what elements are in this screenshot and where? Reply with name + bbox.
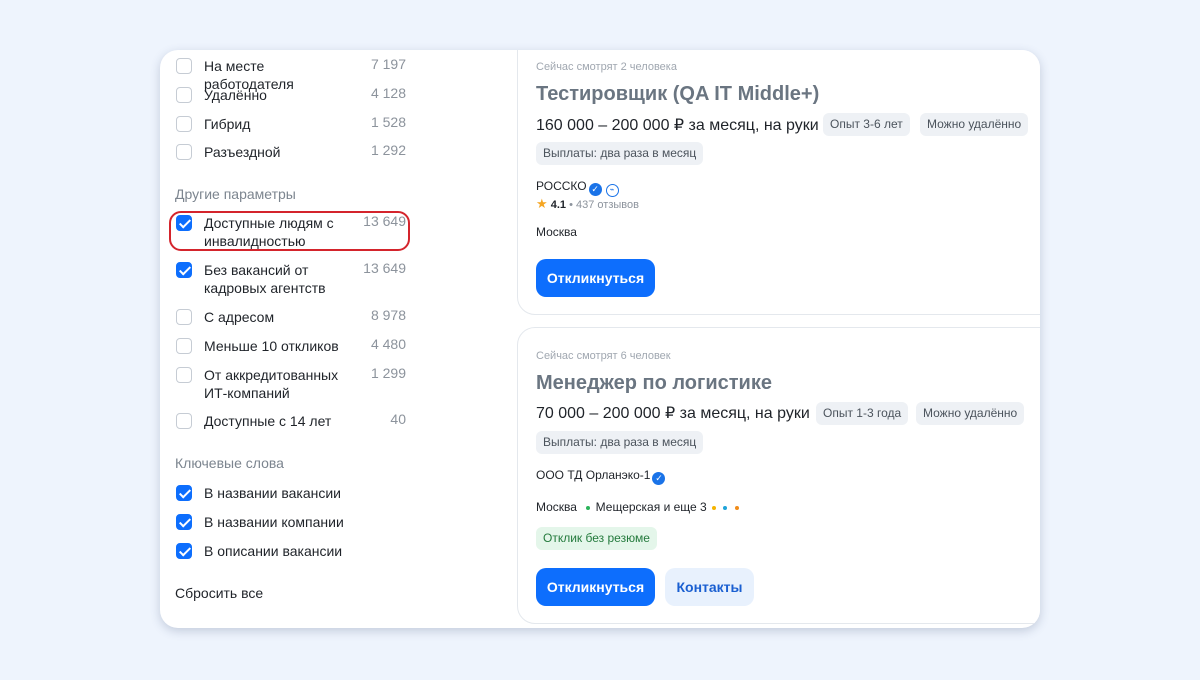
vacancy-salary: 70 000 – 200 000 ₽ за месяц, на руки [536,405,810,422]
filter-disability[interactable]: Доступные людям с инвалидностью 13 649 [176,213,406,251]
filter-keyword-company-name[interactable]: В названии компании [176,514,406,540]
filter-accredited-it[interactable]: От аккредитованных ИТ-компаний 1 299 [176,365,406,403]
filter-count: 13 649 [363,213,406,229]
rating-value: 4.1 [550,199,567,211]
checkbox[interactable] [176,87,192,103]
filter-with-address[interactable]: С адресом 8 978 [176,307,406,335]
checkbox-checked[interactable] [176,485,192,501]
watching-now: Сейчас смотрят 6 человек [536,350,671,362]
filter-keyword-description[interactable]: В описании вакансии [176,543,406,569]
checkbox-checked[interactable] [176,262,192,278]
apply-button[interactable]: Откликнуться [536,568,655,606]
experience-chip: Опыт 1-3 года [816,402,909,425]
filter-label: Меньше 10 откликов [204,338,339,354]
vacancy-title[interactable]: Тестировщик (QA IT Middle+) [536,83,819,106]
reviews-count: 437 отзывов [576,199,639,211]
filter-count: 7 197 [370,56,406,72]
vacancy-card[interactable]: Сейчас смотрят 6 человек Менеджер по лог… [517,327,1040,624]
star-icon: ★ [536,196,548,211]
checkbox[interactable] [176,144,192,160]
filter-label: Без вакансий от кадровых агентств [204,262,326,296]
vacancy-city: Москва [536,225,577,239]
checkbox[interactable] [176,338,192,354]
filter-count: 1 528 [370,114,406,130]
filter-hybrid[interactable]: Гибрид 1 528 [176,114,406,142]
vacancy-location: Москва Мещерская и еще 3 [536,500,741,514]
filter-label: От аккредитованных ИТ-компаний [204,367,339,401]
section-title-other: Другие параметры [175,186,296,202]
remote-chip: Можно удалённо [920,113,1029,136]
section-title-keywords: Ключевые слова [175,455,284,471]
filter-count: 1 299 [370,365,406,381]
filter-label: В названии компании [204,514,344,530]
company-line: РОССКО ✓ ⌁ [536,179,619,197]
metro-line-dot [723,505,728,510]
filter-count: 1 292 [370,142,406,158]
filter-onsite[interactable]: На месте работодателя 7 197 [176,56,406,92]
checkbox[interactable] [176,309,192,325]
contacts-button[interactable]: Контакты [665,568,754,606]
filter-label: В описании вакансии [204,543,343,559]
filter-keyword-vacancy-title[interactable]: В названии вакансии [176,485,406,511]
company-line: ООО ТД Орланэко-1 ✓ [536,468,666,485]
filter-count: 4 128 [370,85,406,101]
metro-line-dot [712,505,717,510]
filter-label: С адресом [204,309,275,325]
filter-from-14[interactable]: Доступные с 14 лет 40 [176,411,406,439]
checkbox[interactable] [176,58,192,74]
remote-chip: Можно удалённо [916,402,1025,425]
vacancy-city: Москва [536,500,577,514]
watching-now: Сейчас смотрят 2 человека [536,61,677,73]
apply-button[interactable]: Откликнуться [536,259,655,297]
company-name[interactable]: РОССКО [536,179,587,193]
vacancy-title[interactable]: Менеджер по логистике [536,372,772,395]
reset-all-link[interactable]: Сбросить все [175,585,263,601]
filter-count: 8 978 [370,307,406,323]
experience-chip: Опыт 3-6 лет [823,113,910,136]
filter-label: Доступные людям с инвалидностью [204,215,334,249]
filter-label: Разъездной [204,144,281,160]
filter-label: В названии вакансии [204,485,341,501]
verified-icon: ✓ [652,472,666,485]
filter-count: 4 480 [370,336,406,352]
payouts-chip: Выплаты: два раза в месяц [536,431,704,454]
window: На месте работодателя 7 197 Удалённо 4 1… [160,50,1040,628]
payouts-chip: Выплаты: два раза в месяц [536,142,704,165]
checkbox-checked[interactable] [176,514,192,530]
company-rating[interactable]: ★ 4.1 • 437 отзывов [536,196,639,212]
metro-line-dot [734,505,739,510]
metro-stations: Мещерская и еще 3 [595,500,707,514]
filter-count: 13 649 [363,260,406,276]
filter-no-agencies[interactable]: Без вакансий от кадровых агентств 13 649 [176,260,406,298]
company-name[interactable]: ООО ТД Орланэко-1 [536,468,650,482]
rating-separator: • [569,199,573,211]
checkbox[interactable] [176,367,192,383]
vacancy-card[interactable]: Сейчас смотрят 2 человека Тестировщик (Q… [517,50,1040,315]
no-resume-chip: Отклик без резюме [536,527,657,550]
checkbox[interactable] [176,413,192,429]
filter-count: 40 [390,411,406,427]
filter-label: Удалённо [204,87,267,103]
vacancy-salary: 160 000 – 200 000 ₽ за месяц, на руки [536,117,819,134]
filter-travel[interactable]: Разъездной 1 292 [176,142,406,170]
filter-label: Доступные с 14 лет [204,413,332,429]
checkbox-checked[interactable] [176,543,192,559]
metro-line-dot [586,505,591,510]
checkbox-checked[interactable] [176,215,192,231]
filter-few-responses[interactable]: Меньше 10 откликов 4 480 [176,336,406,364]
verified-icon: ✓ [588,183,602,196]
filter-label: Гибрид [204,116,251,132]
checkbox[interactable] [176,116,192,132]
filter-remote[interactable]: Удалённо 4 128 [176,85,406,113]
filters-sidebar: На месте работодателя 7 197 Удалённо 4 1… [160,50,420,628]
